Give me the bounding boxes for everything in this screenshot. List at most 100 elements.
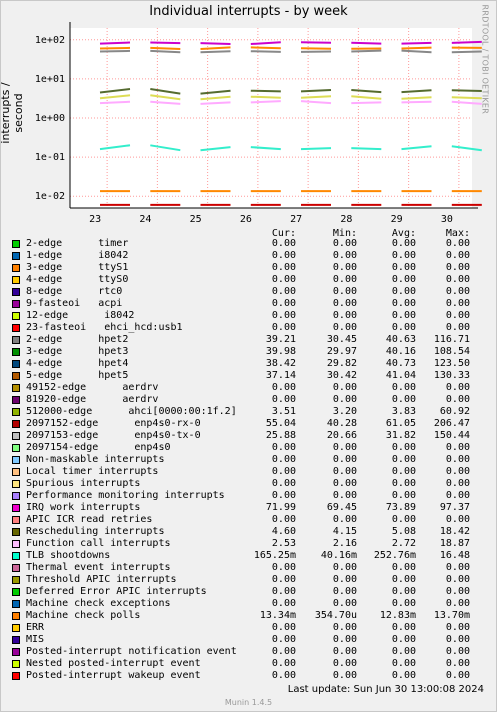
legend-label: 4-edge hpet4: [26, 358, 129, 369]
legend-swatch: [12, 624, 20, 632]
legend-row: Spurious interrupts 0.00 0.00 0.00 0.00: [0, 478, 497, 490]
legend-cur: 13.34m: [259, 610, 296, 621]
legend-avg: 0.00: [391, 238, 416, 249]
legend-row: 9-fasteoi acpi 0.00 0.00 0.00 0.00: [0, 298, 497, 310]
legend-label: Non-maskable interrupts: [26, 454, 165, 465]
legend-min: 0.00: [332, 514, 357, 525]
legend-min: 0.00: [332, 634, 357, 645]
legend-min: 0.00: [332, 454, 357, 465]
x-tick-label: 29: [391, 214, 403, 225]
y-tick-label: 1e+02: [35, 35, 65, 46]
legend-cur: 0.00: [271, 586, 296, 597]
legend-max: 0.00: [445, 274, 470, 285]
legend-min: 0.00: [332, 442, 357, 453]
legend-swatch: [12, 348, 20, 356]
legend-cur: 0.00: [271, 646, 296, 657]
legend-max: 0.00: [445, 394, 470, 405]
legend-cur: 0.00: [271, 562, 296, 573]
x-tick-label: 28: [340, 214, 352, 225]
legend-swatch: [12, 432, 20, 440]
legend-swatch: [12, 564, 20, 572]
legend-label: Threshold APIC interrupts: [26, 574, 177, 585]
legend-label: 5-edge hpet5: [26, 370, 129, 381]
legend-min: 0.00: [332, 394, 357, 405]
legend-cur: 165.25m: [253, 550, 296, 561]
legend-cur: 0.00: [271, 322, 296, 333]
legend-cur: 71.99: [265, 502, 296, 513]
legend-swatch: [12, 504, 20, 512]
legend-min: 40.28: [326, 418, 357, 429]
legend-max: 0.00: [445, 634, 470, 645]
legend-avg: 0.00: [391, 466, 416, 477]
legend-avg: 0.00: [391, 562, 416, 573]
legend-min: 0.00: [332, 238, 357, 249]
legend-cur: 0.00: [271, 514, 296, 525]
legend-cur: 0.00: [271, 442, 296, 453]
legend-swatch: [12, 516, 20, 524]
legend-min: 0.00: [332, 286, 357, 297]
legend-min: 2.16: [332, 538, 357, 549]
legend-min: 0.00: [332, 670, 357, 681]
legend-min: 354.70u: [314, 610, 357, 621]
legend-row: 23-fasteoi ehci_hcd:usb1 0.00 0.00 0.00 0.00: [0, 322, 497, 334]
legend-avg: 12.83m: [379, 610, 416, 621]
plot-area: 1e+02 1e+01 1e+00 1e-01 1e-02 23 24 25 26 27 28 29 3…: [35, 22, 482, 225]
legend-label: 2-edge timer: [26, 238, 129, 249]
legend-row: 2-edge hpet2 39.21 30.45 40.63 116.71: [0, 334, 497, 346]
legend-swatch: [12, 408, 20, 416]
legend-row: Thermal event interrupts 0.00 0.00 0.00 0.00: [0, 562, 497, 574]
legend-swatch: [12, 336, 20, 344]
legend-min: 0.00: [332, 310, 357, 321]
legend-label: ERR: [26, 622, 45, 633]
legend-swatch: [12, 552, 20, 560]
legend-label: 49152-edge aerdrv: [26, 382, 159, 393]
legend-avg: 0.00: [391, 586, 416, 597]
legend-label: 2097153-edge enp4s0-tx-0: [26, 430, 201, 441]
legend-label: 9-fasteoi acpi: [26, 298, 123, 309]
legend-max: 0.00: [445, 442, 470, 453]
legend-min: 29.82: [326, 358, 357, 369]
legend-swatch: [12, 492, 20, 500]
legend-swatch: [12, 612, 20, 620]
legend-label: Local timer interrupts: [26, 466, 159, 477]
legend-row: ERR 0.00 0.00 0.00 0.00: [0, 622, 497, 634]
legend-min: 0.00: [332, 382, 357, 393]
legend-label: 81920-edge aerdrv: [26, 394, 159, 405]
legend-avg: 0.00: [391, 514, 416, 525]
legend-avg: 0.00: [391, 250, 416, 261]
legend-avg: 61.05: [385, 418, 416, 429]
legend-label: 3-edge ttyS1: [26, 262, 129, 273]
legend-swatch: [12, 360, 20, 368]
legend-avg: 0.00: [391, 490, 416, 501]
legend-swatch: [12, 672, 20, 680]
legend-label: 2097154-edge enp4s0: [26, 442, 171, 453]
legend-row: 12-edge i8042 0.00 0.00 0.00 0.00: [0, 310, 497, 322]
legend-row: Threshold APIC interrupts 0.00 0.00 0.00 0.0…: [0, 574, 497, 586]
legend-label: IRQ work interrupts: [26, 502, 141, 513]
legend-label: Thermal event interrupts: [26, 562, 171, 573]
last-update: Last update: Sun Jun 30 13:00:08 2024: [287, 684, 484, 695]
legend-min: 0.00: [332, 586, 357, 597]
legend-swatch: [12, 240, 20, 248]
legend-min: 4.15: [332, 526, 357, 537]
x-tick-label: 30: [441, 214, 453, 225]
legend-cur: 0.00: [271, 670, 296, 681]
legend-max: 0.00: [445, 286, 470, 297]
legend-row: 2097152-edge enp4s0-rx-0 55.04 40.28 61.05 2…: [0, 418, 497, 430]
legend-label: 2097152-edge enp4s0-rx-0: [26, 418, 201, 429]
legend-cur: 3.51: [271, 406, 296, 417]
legend-row: 49152-edge aerdrv 0.00 0.00 0.00 0.00: [0, 382, 497, 394]
legend-swatch: [12, 312, 20, 320]
legend-cur: 0.00: [271, 286, 296, 297]
legend-row: Nested posted-interrupt event 0.00 0.00 0.0…: [0, 658, 497, 670]
legend-swatch: [12, 324, 20, 332]
legend-row: MIS 0.00 0.00 0.00 0.00: [0, 634, 497, 646]
legend-min: 20.66: [326, 430, 357, 441]
legend-swatch: [12, 588, 20, 596]
legend-swatch: [12, 528, 20, 536]
legend-max: 97.37: [439, 502, 470, 513]
legend-label: Nested posted-interrupt event: [26, 658, 201, 669]
legend-max: 0.00: [445, 670, 470, 681]
legend-row: Function call interrupts 2.53 2.16 2.72 18.8…: [0, 538, 497, 550]
y-tick-label: 1e-01: [35, 152, 65, 163]
